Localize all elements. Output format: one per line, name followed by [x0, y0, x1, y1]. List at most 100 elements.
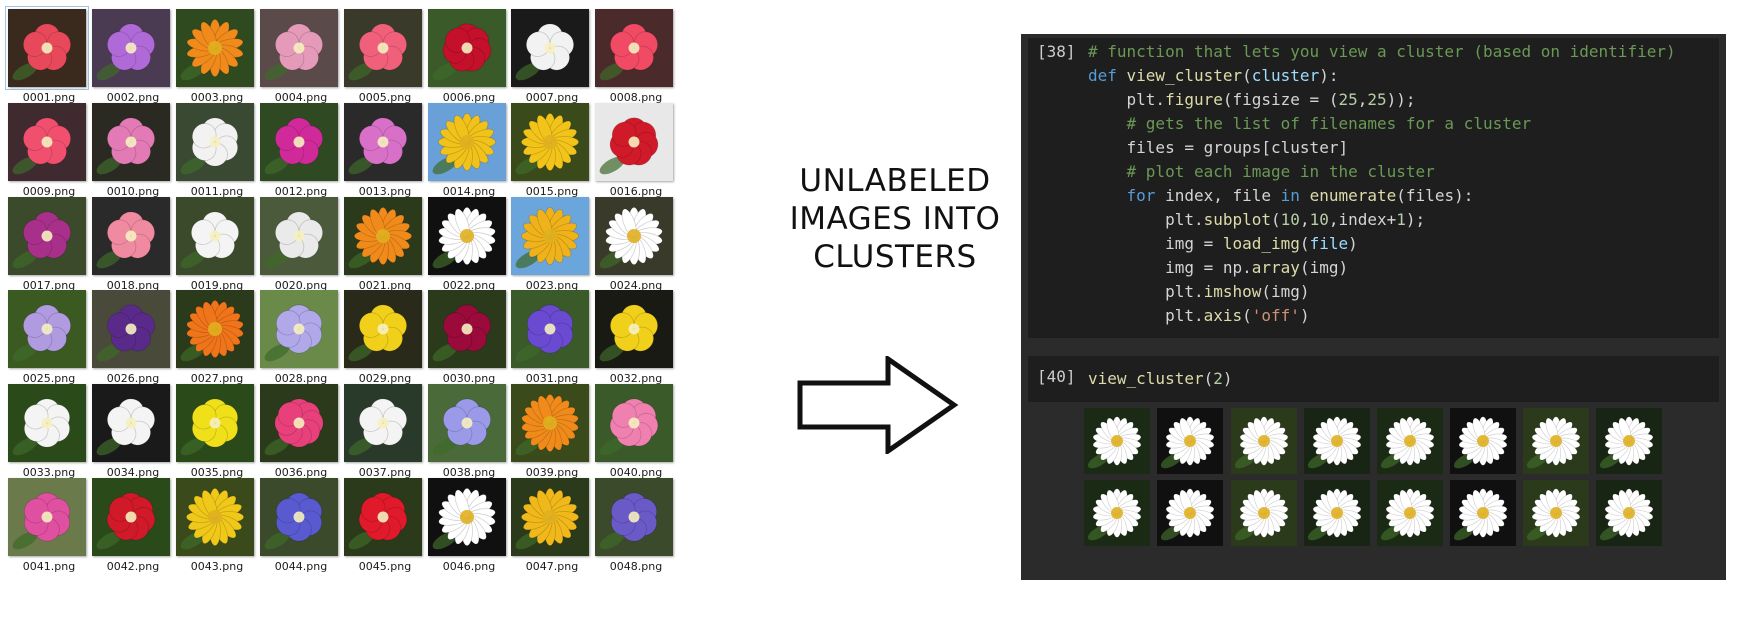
file-tile[interactable]: 0036.png [252, 375, 344, 479]
file-tile[interactable]: 0044.png [252, 469, 344, 573]
file-thumbnail[interactable] [260, 384, 338, 462]
code-cell-view-cluster[interactable]: [38] # function that lets you view a clu… [1028, 38, 1719, 338]
file-tile[interactable]: 0037.png [336, 375, 428, 479]
file-tile[interactable]: 0005.png [336, 0, 428, 104]
file-tile[interactable]: 0023.png [503, 188, 595, 292]
file-thumbnail[interactable] [176, 384, 254, 462]
file-tile[interactable]: 0039.png [503, 375, 595, 479]
file-tile[interactable]: 0029.png [336, 281, 428, 385]
file-thumbnail[interactable] [176, 290, 254, 368]
file-thumbnail[interactable] [511, 197, 589, 275]
file-thumbnail[interactable] [511, 478, 589, 556]
file-tile[interactable]: 0014.png [420, 94, 512, 198]
file-tile[interactable]: 0045.png [336, 469, 428, 573]
file-thumbnail[interactable] [92, 384, 170, 462]
file-thumbnail[interactable] [344, 290, 422, 368]
file-tile[interactable]: 0016.png [587, 94, 679, 198]
file-tile[interactable]: 0002.png [84, 0, 176, 104]
file-thumbnail[interactable] [260, 103, 338, 181]
file-thumbnail[interactable] [176, 103, 254, 181]
file-thumbnail[interactable] [428, 103, 506, 181]
file-thumbnail[interactable] [595, 384, 673, 462]
file-thumbnail[interactable] [595, 103, 673, 181]
file-tile[interactable]: 0027.png [168, 281, 260, 385]
file-tile[interactable]: 0004.png [252, 0, 344, 104]
file-thumbnail[interactable] [8, 103, 86, 181]
file-tile[interactable]: 0022.png [420, 188, 512, 292]
file-tile[interactable]: 0028.png [252, 281, 344, 385]
file-thumbnail[interactable] [92, 9, 170, 87]
file-tile[interactable]: 0046.png [420, 469, 512, 573]
file-thumbnail[interactable] [428, 197, 506, 275]
file-tile[interactable]: 0042.png [84, 469, 176, 573]
code-cell-call[interactable]: [40] view_cluster(2) [1028, 356, 1719, 402]
file-thumbnail[interactable] [344, 478, 422, 556]
code-editor[interactable]: view_cluster(2) [1088, 367, 1233, 391]
file-thumbnail[interactable] [8, 290, 86, 368]
file-tile[interactable]: 0007.png [503, 0, 595, 104]
file-tile[interactable]: 0032.png [587, 281, 679, 385]
file-thumbnail[interactable] [260, 197, 338, 275]
file-tile[interactable]: 0010.png [84, 94, 176, 198]
file-thumbnail[interactable] [428, 478, 506, 556]
file-tile[interactable]: 0026.png [84, 281, 176, 385]
file-tile[interactable]: 0011.png [168, 94, 260, 198]
file-tile[interactable]: 0024.png [587, 188, 679, 292]
file-tile[interactable]: 0035.png [168, 375, 260, 479]
file-tile[interactable]: 0040.png [587, 375, 679, 479]
file-thumbnail[interactable] [511, 103, 589, 181]
file-thumbnail[interactable] [8, 384, 86, 462]
file-tile[interactable]: 0047.png [503, 469, 595, 573]
file-thumbnail[interactable] [595, 197, 673, 275]
file-thumbnail[interactable] [511, 384, 589, 462]
file-tile[interactable]: 0009.png [0, 94, 92, 198]
file-tile[interactable]: 0008.png [587, 0, 679, 104]
file-tile[interactable]: 0025.png [0, 281, 92, 385]
file-tile[interactable]: 0001.png [0, 0, 92, 104]
file-thumbnail[interactable] [428, 290, 506, 368]
file-tile[interactable]: 0021.png [336, 188, 428, 292]
file-tile[interactable]: 0020.png [252, 188, 344, 292]
file-thumbnail[interactable] [344, 103, 422, 181]
file-thumbnail[interactable] [176, 197, 254, 275]
file-tile[interactable]: 0034.png [84, 375, 176, 479]
file-tile[interactable]: 0031.png [503, 281, 595, 385]
file-thumbnail[interactable] [344, 197, 422, 275]
file-tile[interactable]: 0041.png [0, 469, 92, 573]
file-tile[interactable]: 0017.png [0, 188, 92, 292]
file-thumbnail[interactable] [344, 384, 422, 462]
file-thumbnail[interactable] [176, 9, 254, 87]
file-tile[interactable]: 0006.png [420, 0, 512, 104]
file-tile[interactable]: 0013.png [336, 94, 428, 198]
file-tile[interactable]: 0048.png [587, 469, 679, 573]
file-thumbnail[interactable] [511, 9, 589, 87]
file-thumbnail[interactable] [428, 9, 506, 87]
file-thumbnail[interactable] [92, 290, 170, 368]
file-tile[interactable]: 0018.png [84, 188, 176, 292]
file-tile[interactable]: 0033.png [0, 375, 92, 479]
file-thumbnail[interactable] [8, 478, 86, 556]
file-thumbnail[interactable] [92, 103, 170, 181]
file-thumbnail[interactable] [260, 478, 338, 556]
file-tile[interactable]: 0043.png [168, 469, 260, 573]
file-thumbnail[interactable] [92, 478, 170, 556]
file-thumbnail[interactable] [595, 9, 673, 87]
file-tile[interactable]: 0038.png [420, 375, 512, 479]
file-thumbnail[interactable] [344, 9, 422, 87]
file-thumbnail[interactable] [595, 478, 673, 556]
code-editor[interactable]: # function that lets you view a cluster … [1088, 40, 1676, 328]
file-tile[interactable]: 0015.png [503, 94, 595, 198]
file-thumbnail[interactable] [260, 290, 338, 368]
file-thumbnail[interactable] [176, 478, 254, 556]
file-tile[interactable]: 0030.png [420, 281, 512, 385]
file-thumbnail[interactable] [5, 6, 89, 90]
file-tile[interactable]: 0019.png [168, 188, 260, 292]
file-tile[interactable]: 0003.png [168, 0, 260, 104]
file-thumbnail[interactable] [595, 290, 673, 368]
file-tile[interactable]: 0012.png [252, 94, 344, 198]
file-thumbnail[interactable] [260, 9, 338, 87]
file-thumbnail[interactable] [92, 197, 170, 275]
file-thumbnail[interactable] [428, 384, 506, 462]
file-thumbnail[interactable] [8, 197, 86, 275]
file-thumbnail[interactable] [511, 290, 589, 368]
